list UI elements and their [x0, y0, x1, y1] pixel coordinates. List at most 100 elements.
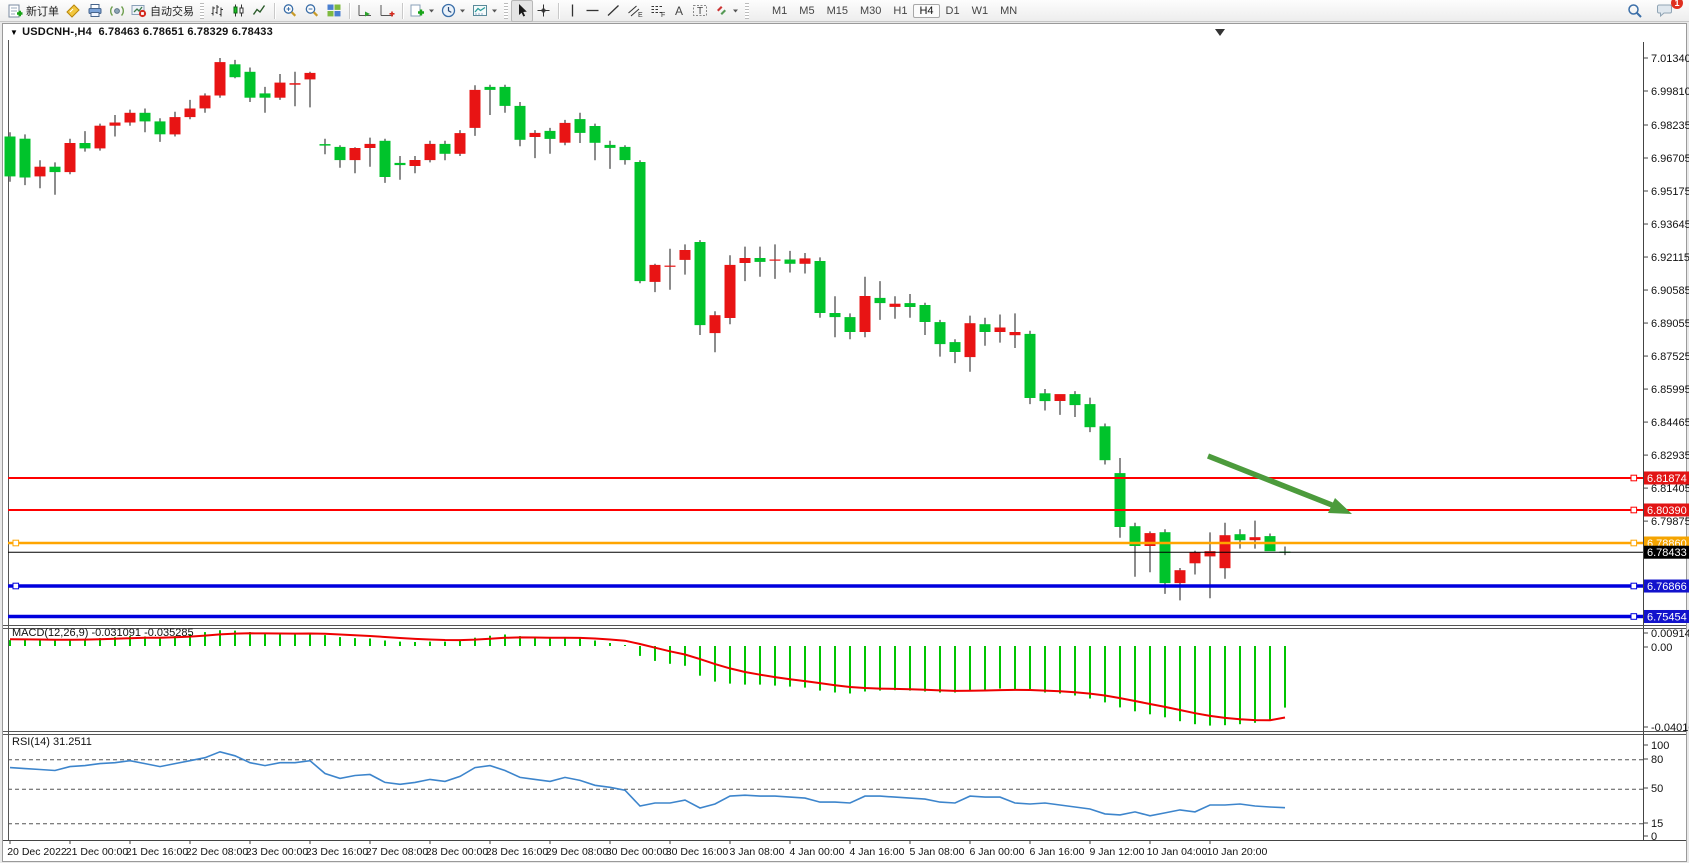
candle[interactable]	[1025, 331, 1036, 404]
new-order-button[interactable]: 新订单	[5, 1, 62, 21]
hline-handle[interactable]	[1631, 475, 1637, 481]
hline-handle[interactable]	[13, 583, 19, 589]
fibonacci-tool-button[interactable]: F	[647, 1, 670, 21]
timeframe-w1-button[interactable]: W1	[966, 4, 995, 18]
broadcast-button[interactable]	[106, 1, 128, 21]
price-badge-label: 6.76866	[1647, 581, 1687, 593]
timeframe-d1-button[interactable]: D1	[940, 4, 966, 18]
equidistant-channel-icon: E	[627, 3, 644, 18]
candle[interactable]	[215, 58, 226, 98]
periodicity-clock-icon	[441, 3, 456, 18]
auto-trading-button[interactable]: 自动交易	[128, 1, 197, 21]
timeframe-m30-button[interactable]: M30	[854, 4, 887, 18]
candle[interactable]	[815, 257, 826, 317]
cursor-icon	[515, 3, 529, 18]
candle[interactable]	[380, 139, 391, 183]
chart-shift-icon	[379, 3, 395, 18]
time-tick-label: 9 Jan 12:00	[1090, 846, 1145, 858]
arrows-tool-button[interactable]	[711, 1, 742, 21]
chart-title[interactable]: ▼ USDCNH-,H4 6.78463 6.78651 6.78329 6.78…	[10, 26, 273, 38]
time-tick-label: 10 Jan 20:00	[1207, 846, 1268, 858]
add-indicator-icon	[410, 3, 425, 18]
candle[interactable]	[245, 68, 256, 103]
bar-chart-icon	[210, 3, 225, 18]
chart-template-button[interactable]	[469, 1, 501, 21]
timeframe-m15-button[interactable]: M15	[821, 4, 854, 18]
chart-shift-button[interactable]	[376, 1, 398, 21]
hline-handle[interactable]	[1631, 583, 1637, 589]
cursor-tool-button[interactable]	[511, 0, 533, 22]
candle[interactable]	[425, 141, 436, 163]
candle[interactable]	[65, 139, 76, 175]
chart-menu-arrow-icon[interactable]: ▼	[10, 28, 18, 37]
timeframe-m5-button[interactable]: M5	[793, 4, 820, 18]
horizontal-line-tool-button[interactable]	[582, 1, 603, 21]
hline-handle[interactable]	[1631, 507, 1637, 513]
auto-scroll-icon	[357, 3, 373, 18]
timeframe-h1-button[interactable]: H1	[887, 4, 913, 18]
time-tick-label: 4 Jan 00:00	[790, 846, 845, 858]
yellow-tag-icon	[65, 3, 81, 18]
toolbar-separator	[349, 3, 350, 19]
bar-chart-button[interactable]	[207, 1, 228, 21]
candle[interactable]	[95, 124, 106, 151]
price-badge-label: 6.80390	[1647, 505, 1687, 517]
yellow-tag-button[interactable]	[62, 1, 84, 21]
rsi-axis-label: 0	[1651, 831, 1657, 843]
time-tick-label: 4 Jan 16:00	[850, 846, 905, 858]
periodicity-button[interactable]	[438, 1, 469, 21]
macd-indicator-label: MACD(12,26,9) -0.031091 -0.035285	[12, 627, 194, 639]
time-tick-label: 23 Dec 00:00	[246, 846, 309, 858]
price-tick-label: 6.95175	[1651, 186, 1689, 198]
hline-handle[interactable]	[1631, 540, 1637, 546]
time-tick-label: 5 Jan 08:00	[910, 846, 965, 858]
toolbar-separator	[274, 3, 275, 19]
chat-button[interactable]: 1	[1654, 1, 1676, 21]
hline-handle[interactable]	[1631, 614, 1637, 620]
time-tick-label: 6 Jan 16:00	[1030, 846, 1085, 858]
hline-handle[interactable]	[13, 540, 19, 546]
candle[interactable]	[1100, 424, 1111, 465]
search-button[interactable]	[1624, 1, 1646, 21]
time-tick-label: 23 Dec 16:00	[306, 846, 369, 858]
candle[interactable]	[560, 120, 571, 145]
zoom-in-button[interactable]	[279, 1, 301, 21]
auto-scroll-button[interactable]	[354, 1, 376, 21]
chart-window-background	[3, 24, 1686, 861]
price-tick-label: 6.99810	[1651, 86, 1689, 98]
zoom-out-button[interactable]	[301, 1, 323, 21]
timeframe-h4-button[interactable]: H4	[913, 4, 939, 18]
timeframe-m1-button[interactable]: M1	[766, 4, 793, 18]
printer-button[interactable]	[84, 1, 106, 21]
equidistant-channel-tool-button[interactable]: E	[624, 1, 647, 21]
macd-axis-label: 0.00	[1651, 642, 1672, 654]
fibonacci-icon: F	[650, 3, 667, 18]
line-chart-button[interactable]	[249, 1, 270, 21]
broadcast-icon	[109, 3, 125, 18]
candle[interactable]	[695, 240, 706, 335]
candle[interactable]	[635, 160, 646, 283]
candle[interactable]	[455, 130, 466, 156]
candle[interactable]	[725, 255, 736, 324]
add-indicator-button[interactable]	[407, 1, 438, 21]
vertical-line-tool-button[interactable]	[563, 1, 582, 21]
timeframe-mn-button[interactable]: MN	[994, 4, 1023, 18]
crosshair-tool-button[interactable]	[533, 1, 554, 21]
candle[interactable]	[20, 134, 31, 185]
candlestick-chart-button[interactable]	[228, 1, 249, 21]
price-tick-label: 6.93645	[1651, 219, 1689, 231]
rsi-axis-label: 80	[1651, 754, 1663, 766]
toolbar-grip	[504, 3, 508, 19]
main-chart-canvas[interactable]: 7.013406.998106.982356.967056.951756.936…	[0, 0, 1689, 863]
vertical-line-icon	[566, 3, 579, 18]
text-icon: A	[673, 3, 686, 18]
chart-symbol-period: USDCNH-,H4	[22, 26, 92, 38]
candle[interactable]	[5, 132, 16, 182]
candle[interactable]	[515, 102, 526, 146]
chart-ohlc-values: 6.78463 6.78651 6.78329 6.78433	[98, 26, 272, 38]
text-label-tool-button[interactable]: T	[689, 1, 711, 21]
text-tool-button[interactable]: A	[670, 1, 689, 21]
trendline-tool-button[interactable]	[603, 1, 624, 21]
tile-windows-button[interactable]	[323, 1, 345, 21]
price-tick-label: 6.84465	[1651, 417, 1689, 429]
